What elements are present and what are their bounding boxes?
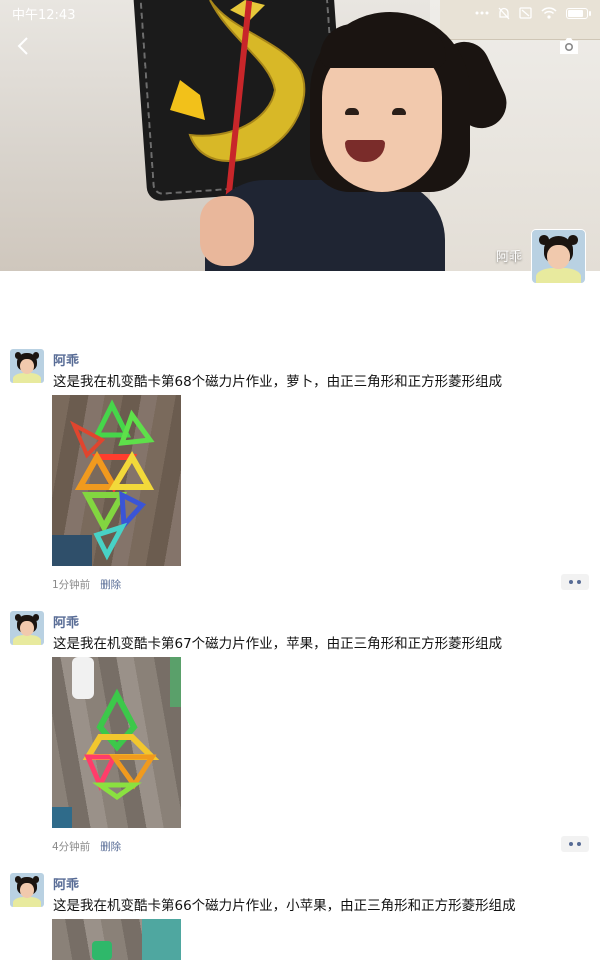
post-time: 4分钟前	[52, 841, 91, 853]
post-text: 这是我在机变酷卡第66个磁力片作业，小苹果，由正三角形和正方形菱形组成	[53, 898, 516, 914]
post-author[interactable]: 阿乖	[53, 874, 79, 893]
post-author[interactable]: 阿乖	[53, 612, 79, 631]
camera-icon[interactable]	[558, 36, 580, 56]
battery-icon	[566, 7, 591, 19]
delete-link[interactable]: 删除	[100, 839, 121, 854]
wifi-icon	[541, 7, 557, 19]
mute-icon	[498, 7, 510, 19]
post-text: 这是我在机变酷卡第67个磁力片作业，苹果，由正三角形和正方形菱形组成	[53, 636, 503, 652]
status-time: 中午12:43	[12, 7, 76, 23]
post-author[interactable]: 阿乖	[53, 350, 79, 369]
status-icons	[475, 7, 591, 20]
cover-user-name[interactable]: 阿乖	[496, 246, 522, 265]
more-dots-icon[interactable]	[561, 574, 589, 590]
back-chevron-icon[interactable]	[12, 34, 36, 58]
cover-photo[interactable]	[0, 0, 600, 271]
post-meta: 1分钟前 删除	[52, 577, 121, 592]
avatar[interactable]	[10, 873, 44, 907]
cover-hand	[200, 196, 254, 266]
post-photo[interactable]	[52, 919, 181, 960]
cover-eye-right	[392, 108, 406, 115]
cover-avatar[interactable]	[531, 229, 586, 284]
post-meta: 4分钟前 删除	[52, 839, 121, 854]
cover-eye-left	[345, 108, 359, 115]
cover-bangs	[320, 24, 446, 68]
sim-icon	[519, 7, 532, 19]
post-text: 这是我在机变酷卡第68个磁力片作业，萝卜，由正三角形和正方形菱形组成	[53, 374, 503, 390]
post-photo[interactable]	[52, 657, 181, 828]
post-photo[interactable]	[52, 395, 181, 566]
status-bar: 中午12:43	[0, 0, 600, 26]
delete-link[interactable]: 删除	[100, 577, 121, 592]
dots-icon	[475, 11, 489, 15]
more-dots-icon[interactable]	[561, 836, 589, 852]
avatar[interactable]	[10, 611, 44, 645]
avatar[interactable]	[10, 349, 44, 383]
post-time: 1分钟前	[52, 579, 91, 591]
